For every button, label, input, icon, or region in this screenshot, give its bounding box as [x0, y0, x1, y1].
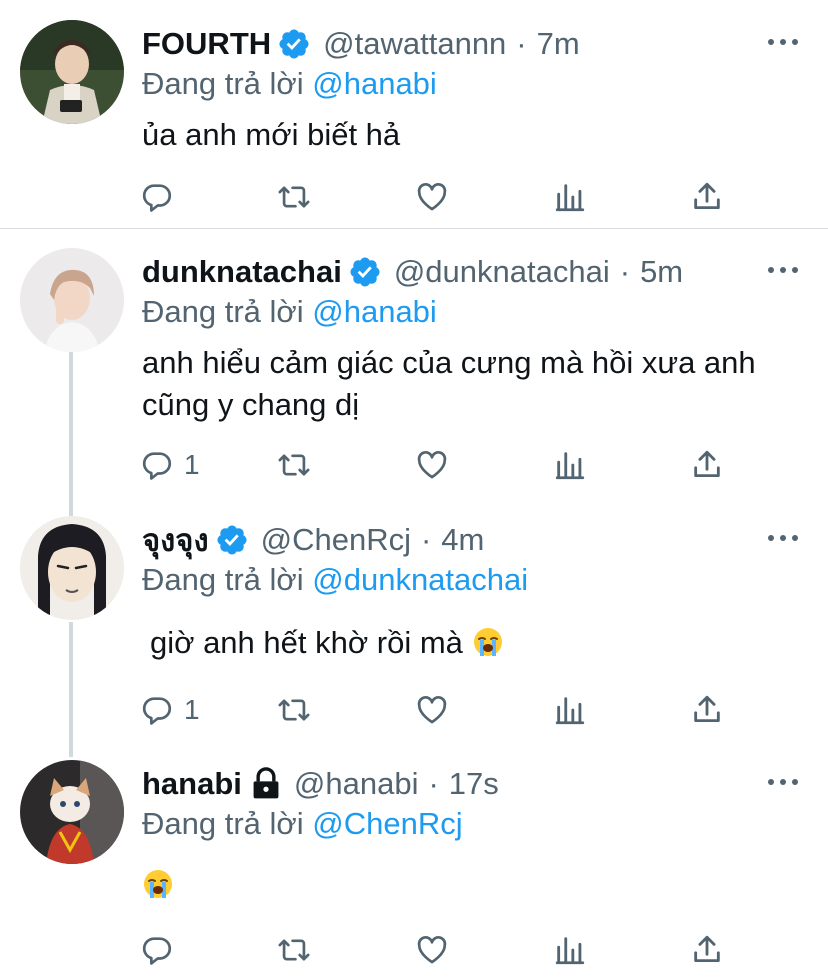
share-button[interactable]: [690, 690, 724, 730]
analytics-icon: [555, 452, 585, 480]
tweet-header: FOURTH @tawattannn · 7m: [142, 24, 580, 64]
avatar[interactable]: [20, 760, 124, 864]
retweet-button[interactable]: [277, 445, 311, 485]
more-icon[interactable]: [768, 37, 798, 47]
analytics-icon: [555, 697, 585, 725]
share-icon: [694, 935, 720, 963]
timestamp[interactable]: 5m: [640, 254, 683, 290]
verified-badge-icon: [279, 29, 309, 59]
more-icon[interactable]: [768, 777, 798, 787]
share-icon: [694, 450, 720, 478]
replying-prefix: Đang trả lời: [142, 562, 304, 597]
replying-prefix: Đang trả lời: [142, 806, 304, 841]
separator-dot: ·: [428, 766, 439, 801]
retweet-button[interactable]: [277, 930, 311, 970]
timestamp[interactable]: 7m: [537, 26, 580, 62]
replying-mention[interactable]: @ChenRcj: [312, 806, 462, 841]
tweet-text: ủa anh mới biết hả: [142, 117, 401, 152]
more-icon[interactable]: [768, 265, 798, 275]
reply-button[interactable]: [140, 177, 184, 217]
lock-icon: [253, 767, 279, 799]
retweet-button[interactable]: [277, 690, 311, 730]
reply-icon: [142, 184, 172, 212]
reply-icon: [142, 937, 172, 965]
analytics-button[interactable]: [553, 930, 587, 970]
tweet-text: giờ anh hết khờ rồi mà: [150, 622, 790, 664]
separator-dot: ·: [516, 26, 527, 61]
replying-to: Đang trả lời @ChenRcj: [142, 806, 463, 842]
timestamp[interactable]: 4m: [441, 522, 484, 558]
tweet-text-content: giờ anh hết khờ rồi mà: [150, 625, 463, 660]
replying-mention[interactable]: @dunknatachai: [312, 562, 528, 597]
tweet-header: จุงจุง @ChenRcj · 4m: [142, 520, 484, 560]
like-button[interactable]: [415, 690, 449, 730]
display-name[interactable]: dunknatachai: [142, 254, 342, 290]
replying-to: Đang trả lời @dunknatachai: [142, 562, 528, 598]
like-button[interactable]: [415, 930, 449, 970]
analytics-button[interactable]: [553, 177, 587, 217]
reply-icon: [142, 452, 172, 480]
user-handle[interactable]: @tawattannn: [323, 26, 506, 62]
share-icon: [694, 695, 720, 723]
tweet-text: [142, 864, 782, 906]
user-handle[interactable]: @hanabi: [294, 766, 419, 802]
heart-icon: [417, 451, 447, 479]
like-button[interactable]: [415, 445, 449, 485]
heart-icon: [417, 936, 447, 964]
analytics-icon: [555, 937, 585, 965]
analytics-button[interactable]: [553, 690, 587, 730]
retweet-button[interactable]: [277, 177, 311, 217]
reply-button[interactable]: 1: [140, 690, 200, 730]
share-button[interactable]: [690, 445, 724, 485]
thread-line: [69, 352, 73, 516]
action-bar: 1: [0, 690, 828, 730]
reply-count: 1: [184, 694, 200, 725]
display-name[interactable]: hanabi: [142, 766, 242, 802]
replying-to: Đang trả lời @hanabi: [142, 294, 437, 330]
heart-icon: [417, 183, 447, 211]
reply-button[interactable]: [140, 930, 184, 970]
action-bar: [0, 930, 828, 970]
analytics-button[interactable]: [553, 445, 587, 485]
tweet-divider: [0, 228, 828, 229]
replying-mention[interactable]: @hanabi: [312, 66, 437, 101]
retweet-icon: [278, 699, 310, 721]
display-name[interactable]: FOURTH: [142, 26, 271, 62]
reply-icon: [142, 697, 172, 725]
replying-prefix: Đang trả lời: [142, 294, 304, 329]
tweet-header: dunknatachai @dunknatachai · 5m: [142, 252, 683, 292]
retweet-icon: [278, 454, 310, 476]
like-button[interactable]: [415, 177, 449, 217]
analytics-icon: [555, 184, 585, 212]
avatar[interactable]: [20, 516, 124, 620]
user-handle[interactable]: @dunknatachai: [394, 254, 610, 290]
verified-badge-icon: [350, 257, 380, 287]
user-handle[interactable]: @ChenRcj: [261, 522, 411, 558]
loudly-crying-face-emoji: [473, 628, 502, 656]
action-bar: [0, 177, 828, 217]
timestamp[interactable]: 17s: [449, 766, 499, 802]
replying-to: Đang trả lời @hanabi: [142, 66, 437, 102]
avatar[interactable]: [20, 20, 124, 124]
separator-dot: ·: [420, 522, 432, 557]
separator-dot: ·: [619, 254, 631, 289]
share-button[interactable]: [690, 930, 724, 970]
retweet-icon: [278, 939, 310, 961]
tweet-text: anh hiểu cảm giác của cưng mà hồi xưa an…: [142, 345, 756, 422]
action-bar: 1: [0, 445, 828, 485]
share-button[interactable]: [690, 177, 724, 217]
replying-mention[interactable]: @hanabi: [312, 294, 437, 329]
reply-button[interactable]: 1: [140, 445, 200, 485]
share-icon: [694, 182, 720, 210]
heart-icon: [417, 696, 447, 724]
avatar[interactable]: [20, 248, 124, 352]
retweet-icon: [278, 186, 310, 208]
display-name[interactable]: จุงจุง: [142, 515, 209, 565]
reply-count: 1: [184, 449, 200, 480]
tweet-header: hanabi @hanabi · 17s: [142, 764, 499, 804]
more-icon[interactable]: [768, 533, 798, 543]
loudly-crying-face-emoji: [144, 870, 172, 898]
verified-badge-icon: [217, 525, 247, 555]
replying-prefix: Đang trả lời: [142, 66, 304, 101]
